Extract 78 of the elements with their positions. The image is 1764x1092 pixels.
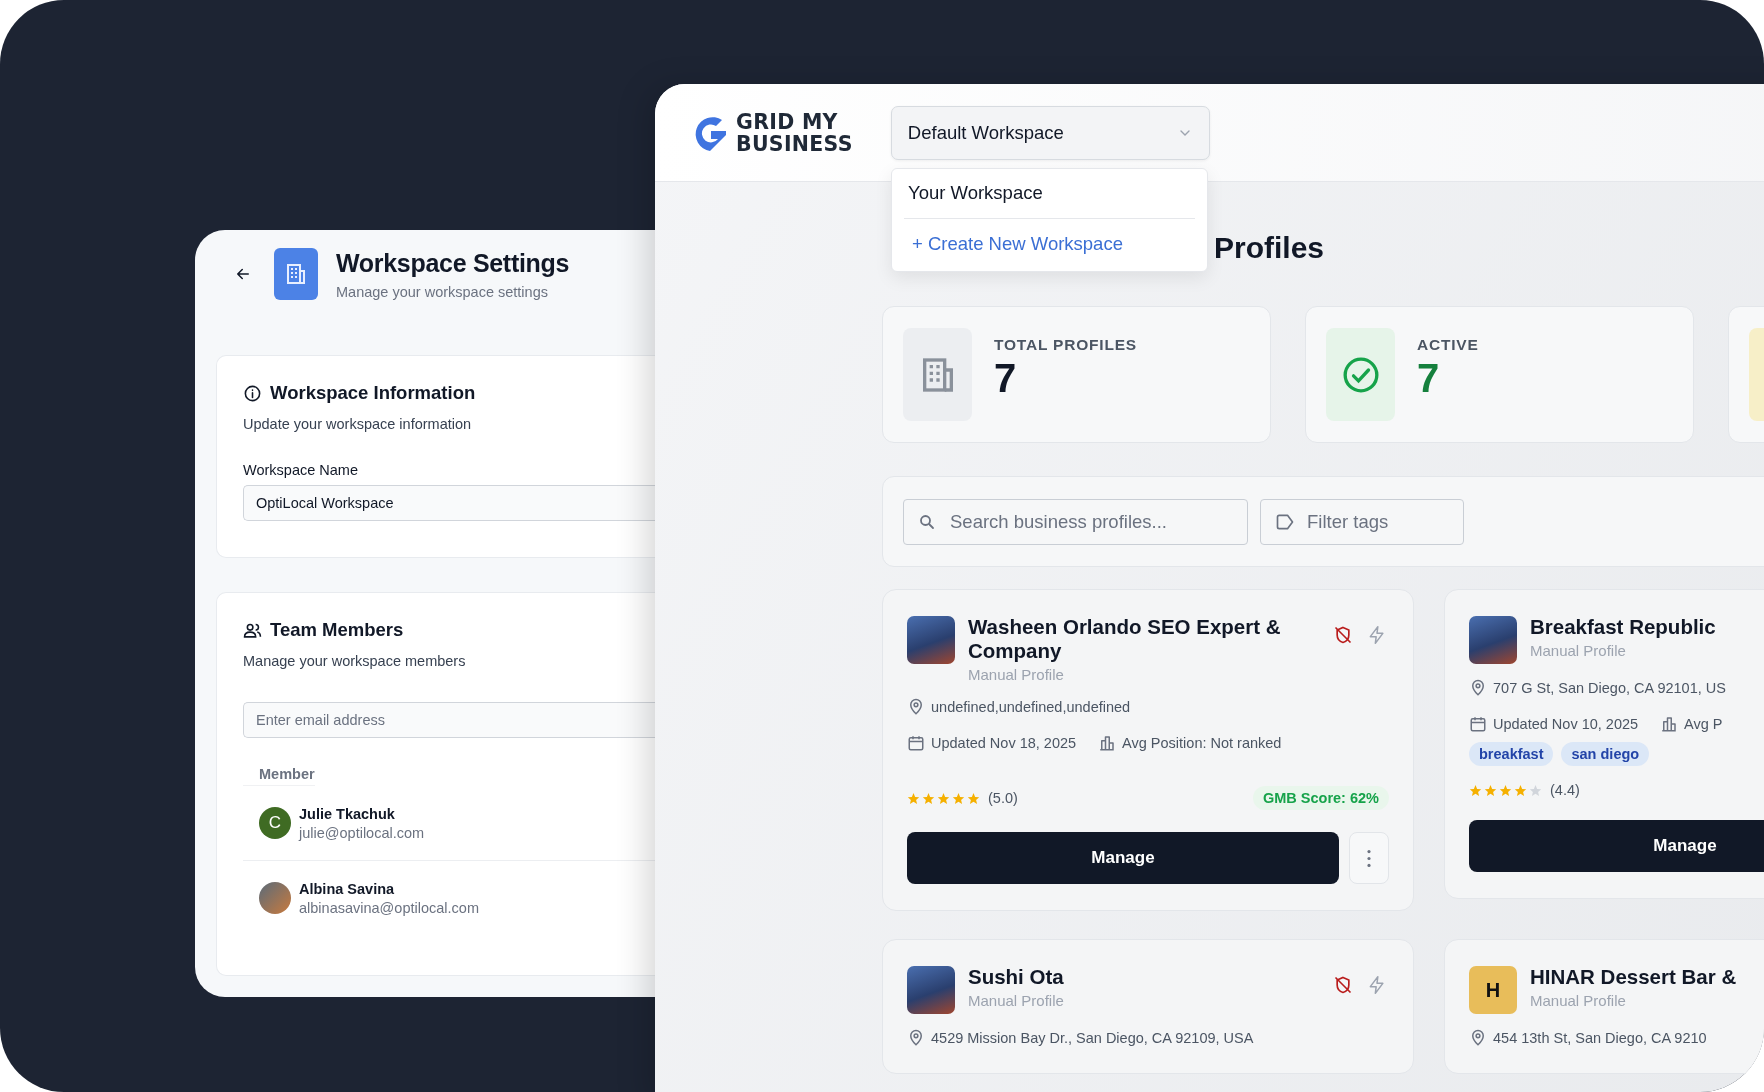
bar-chart-icon: [1660, 715, 1679, 733]
star-icon: [952, 791, 965, 805]
kebab-icon: [1367, 849, 1371, 867]
star-icon: [967, 791, 980, 805]
menu-item[interactable]: Your Workspace: [904, 169, 1195, 218]
star-icon: [1514, 783, 1527, 797]
avatar-photo-placeholder: [259, 882, 291, 914]
address: 4529 Mission Bay Dr., San Diego, CA 92109, USA: [931, 1030, 1254, 1046]
map-pin-icon: [1469, 1029, 1487, 1047]
map-pin-icon: [907, 1029, 925, 1047]
map-pin-icon: [907, 698, 925, 716]
rating: (4.4): [1550, 782, 1580, 798]
star-icon: [1529, 783, 1542, 797]
photo-placeholder: [907, 966, 955, 1014]
email-field[interactable]: Enter email address: [243, 702, 655, 738]
profile-type: Manual Profile: [968, 666, 1065, 683]
tag-filter-field[interactable]: Filter tags: [1260, 498, 1464, 545]
card-title: Team Members: [270, 619, 404, 641]
calendar-icon: [1469, 715, 1487, 733]
member-email: albinasavina@optilocal.com: [299, 899, 479, 916]
stat-value: 7: [994, 356, 1018, 401]
info-icon: [243, 383, 262, 403]
search-field[interactable]: Search business profiles...: [903, 498, 1248, 545]
member-name: Albina Savina: [299, 880, 396, 897]
manage-button[interactable]: Manage: [907, 832, 1339, 884]
logo-text: GRID MY BUSINESS: [736, 110, 853, 155]
star-icon: [1484, 783, 1497, 797]
calendar-icon: [907, 734, 925, 752]
business-name: Sushi Ota: [968, 965, 1065, 989]
avg-position: Avg Position: Not ranked: [1122, 735, 1282, 751]
stat-label: ACTIVE: [1417, 336, 1479, 354]
column-header: Member: [243, 738, 315, 786]
gmb-score-badge: GMB Score: 62%: [1252, 786, 1389, 810]
shield-off-icon[interactable]: [1333, 975, 1353, 995]
star-icon: [937, 791, 950, 805]
star-icon: [1469, 783, 1482, 797]
address: 454 13th St, San Diego, CA 9210: [1493, 1030, 1707, 1046]
address: undefined,undefined,undefined: [931, 699, 1131, 715]
card-title: Workspace Information: [270, 382, 476, 404]
search-icon: [918, 512, 936, 531]
create-workspace-link[interactable]: + Create New Workspace: [904, 219, 1195, 271]
photo-placeholder: [1469, 616, 1517, 664]
manage-button[interactable]: Manage: [1469, 820, 1764, 872]
updated-date: Updated Nov 18, 2025: [931, 735, 1077, 751]
photo-placeholder: [907, 616, 955, 664]
profile-type: Manual Profile: [1530, 642, 1627, 659]
shield-off-icon[interactable]: [1333, 625, 1353, 645]
member-email: julie@optilocal.com: [299, 824, 425, 841]
workspace-name-field[interactable]: OptiLocal Workspace: [243, 485, 655, 521]
letter-avatar: H: [1469, 966, 1517, 1014]
page-subtitle: Manage your workspace settings: [336, 283, 549, 300]
business-name: Breakfast Republic: [1530, 615, 1717, 639]
member-name: Julie Tkachuk: [299, 805, 396, 822]
profile-type: Manual Profile: [1530, 992, 1627, 1009]
star-icon: [922, 791, 935, 805]
rating: (5.0): [988, 790, 1018, 806]
building-icon: [284, 262, 308, 286]
page-heading: Profiles: [1214, 231, 1325, 265]
stat-label: TOTAL PROFILES: [994, 336, 1137, 354]
avg-position: Avg P: [1684, 716, 1723, 732]
card-subtitle: Update your workspace information: [243, 416, 473, 432]
address: 707 G St, San Diego, CA 92101, US: [1493, 680, 1726, 696]
business-name: Washeen Orlando SEO Expert & Company: [968, 615, 1282, 663]
stat-value: 7: [1417, 356, 1441, 401]
avatar: C: [259, 807, 291, 839]
profile-type: Manual Profile: [968, 992, 1065, 1009]
page-title: Workspace Settings: [336, 248, 570, 278]
updated-date: Updated Nov 10, 2025: [1493, 716, 1639, 732]
card-subtitle: Manage your workspace members: [243, 653, 467, 669]
star-icon: [907, 791, 920, 805]
map-pin-icon: [1469, 679, 1487, 697]
star-icon: [1499, 783, 1512, 797]
tag[interactable]: breakfast: [1469, 742, 1554, 766]
business-name: HINAR Dessert Bar &: [1530, 965, 1738, 989]
field-label: Workspace Name: [243, 462, 359, 478]
workspace-dropdown[interactable]: Default Workspace: [890, 105, 1210, 160]
bar-chart-icon: [1098, 734, 1117, 752]
tag[interactable]: san diego: [1561, 742, 1650, 766]
